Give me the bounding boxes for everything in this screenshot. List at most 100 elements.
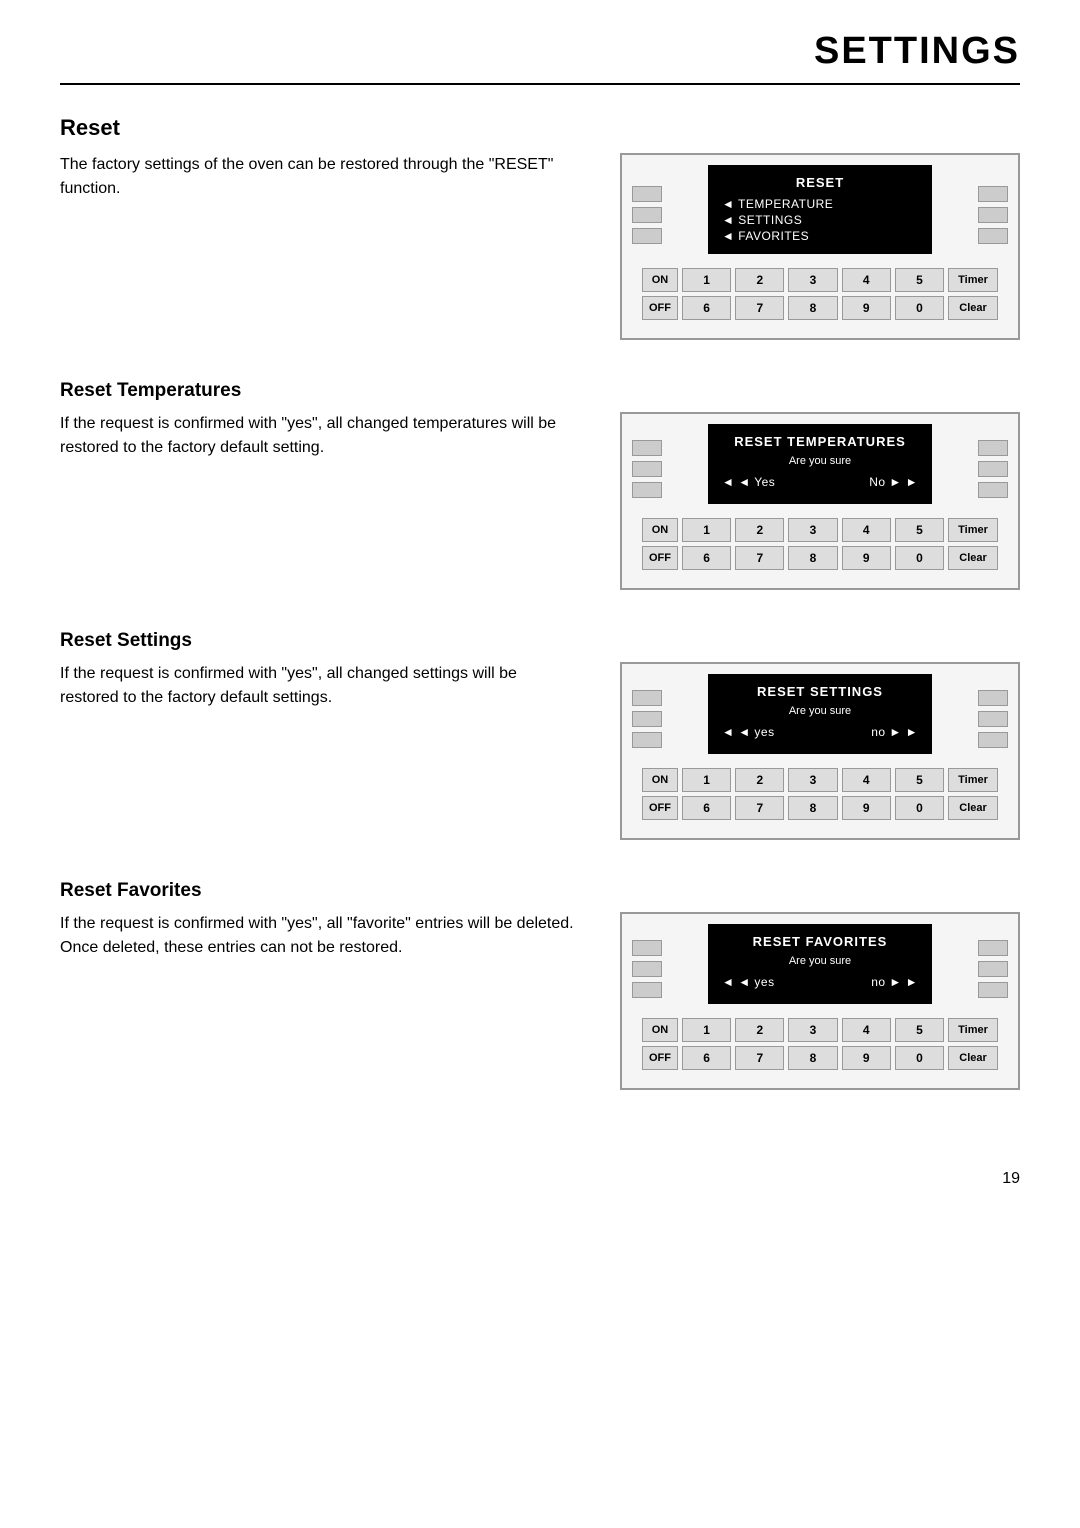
key-clear-reset[interactable]: Clear	[948, 296, 998, 320]
key-2-favorites[interactable]: 2	[735, 1018, 784, 1042]
key-off-settings[interactable]: OFF	[642, 796, 678, 820]
key-2-settings[interactable]: 2	[735, 768, 784, 792]
key-3-favorites[interactable]: 3	[788, 1018, 837, 1042]
key-3-reset[interactable]: 3	[788, 268, 837, 292]
key-9-reset[interactable]: 9	[842, 296, 891, 320]
key-6-favorites[interactable]: 6	[682, 1046, 731, 1070]
keypad-favorites: ON 1 2 3 4 5 Timer OFF 6 7 8 9 0	[632, 1014, 1008, 1078]
side-btn-left-1[interactable]	[632, 186, 662, 202]
key-2-temperatures[interactable]: 2	[735, 518, 784, 542]
key-0-favorites[interactable]: 0	[895, 1046, 944, 1070]
side-btn-right-t1[interactable]	[978, 440, 1008, 456]
option-yes-settings[interactable]: ◄ yes	[722, 725, 775, 739]
key-1-settings[interactable]: 1	[682, 768, 731, 792]
side-btn-right-s1[interactable]	[978, 690, 1008, 706]
side-btn-right-s2[interactable]	[978, 711, 1008, 727]
key-5-reset[interactable]: 5	[895, 268, 944, 292]
key-on-settings[interactable]: ON	[642, 768, 678, 792]
section-reset-text: The factory settings of the oven can be …	[60, 153, 580, 201]
key-clear-temperatures[interactable]: Clear	[948, 546, 998, 570]
key-3-settings[interactable]: 3	[788, 768, 837, 792]
key-1-temperatures[interactable]: 1	[682, 518, 731, 542]
side-btn-left-s3[interactable]	[632, 732, 662, 748]
key-7-temperatures[interactable]: 7	[735, 546, 784, 570]
display-subtitle-settings: Are you sure	[722, 705, 918, 717]
side-btn-left-3[interactable]	[632, 228, 662, 244]
key-4-favorites[interactable]: 4	[842, 1018, 891, 1042]
key-9-settings[interactable]: 9	[842, 796, 891, 820]
side-btn-left-s1[interactable]	[632, 690, 662, 706]
side-btn-left-f2[interactable]	[632, 961, 662, 977]
key-1-reset[interactable]: 1	[682, 268, 731, 292]
key-7-reset[interactable]: 7	[735, 296, 784, 320]
side-btn-left-s2[interactable]	[632, 711, 662, 727]
menu-item-temperature[interactable]: TEMPERATURE	[722, 196, 918, 212]
option-no-settings[interactable]: no ►	[871, 725, 918, 739]
side-btn-right-3[interactable]	[978, 228, 1008, 244]
key-8-settings[interactable]: 8	[788, 796, 837, 820]
key-6-settings[interactable]: 6	[682, 796, 731, 820]
key-timer-favorites[interactable]: Timer	[948, 1018, 998, 1042]
section-reset-favorites: Reset Favorites If the request is confir…	[60, 880, 1020, 1090]
menu-item-favorites[interactable]: FAVORITES	[722, 228, 918, 244]
left-side-buttons-reset	[632, 165, 668, 264]
key-7-settings[interactable]: 7	[735, 796, 784, 820]
side-btn-right-f1[interactable]	[978, 940, 1008, 956]
side-btn-left-2[interactable]	[632, 207, 662, 223]
side-btn-right-t2[interactable]	[978, 461, 1008, 477]
side-btn-right-t3[interactable]	[978, 482, 1008, 498]
device-panel-reset: RESET TEMPERATURE SETTINGS FAVORITES	[620, 153, 1020, 340]
key-4-temperatures[interactable]: 4	[842, 518, 891, 542]
key-off-reset[interactable]: OFF	[642, 296, 678, 320]
key-timer-reset[interactable]: Timer	[948, 268, 998, 292]
key-0-reset[interactable]: 0	[895, 296, 944, 320]
key-0-settings[interactable]: 0	[895, 796, 944, 820]
key-9-temperatures[interactable]: 9	[842, 546, 891, 570]
side-btn-right-f2[interactable]	[978, 961, 1008, 977]
keypad-row2-settings: OFF 6 7 8 9 0 Clear	[642, 796, 998, 820]
key-8-favorites[interactable]: 8	[788, 1046, 837, 1070]
key-off-favorites[interactable]: OFF	[642, 1046, 678, 1070]
key-4-reset[interactable]: 4	[842, 268, 891, 292]
key-timer-settings[interactable]: Timer	[948, 768, 998, 792]
side-btn-right-s3[interactable]	[978, 732, 1008, 748]
side-btn-right-1[interactable]	[978, 186, 1008, 202]
key-8-reset[interactable]: 8	[788, 296, 837, 320]
section-reset-favorites-title: Reset Favorites	[60, 880, 1020, 902]
key-9-favorites[interactable]: 9	[842, 1046, 891, 1070]
menu-item-settings[interactable]: SETTINGS	[722, 212, 918, 228]
key-4-settings[interactable]: 4	[842, 768, 891, 792]
key-on-favorites[interactable]: ON	[642, 1018, 678, 1042]
key-clear-favorites[interactable]: Clear	[948, 1046, 998, 1070]
key-5-favorites[interactable]: 5	[895, 1018, 944, 1042]
display-row-favorites: ◄ yes no ►	[722, 973, 918, 991]
key-off-temperatures[interactable]: OFF	[642, 546, 678, 570]
option-no-temperatures[interactable]: No ►	[869, 475, 918, 489]
key-2-reset[interactable]: 2	[735, 268, 784, 292]
key-0-temperatures[interactable]: 0	[895, 546, 944, 570]
key-3-temperatures[interactable]: 3	[788, 518, 837, 542]
side-btn-right-f3[interactable]	[978, 982, 1008, 998]
option-yes-temperatures[interactable]: ◄ Yes	[722, 475, 775, 489]
key-clear-settings[interactable]: Clear	[948, 796, 998, 820]
key-on-temperatures[interactable]: ON	[642, 518, 678, 542]
side-btn-right-2[interactable]	[978, 207, 1008, 223]
key-5-temperatures[interactable]: 5	[895, 518, 944, 542]
key-6-temperatures[interactable]: 6	[682, 546, 731, 570]
keypad-temperatures: ON 1 2 3 4 5 Timer OFF 6 7 8 9 0	[632, 514, 1008, 578]
key-1-favorites[interactable]: 1	[682, 1018, 731, 1042]
key-timer-temperatures[interactable]: Timer	[948, 518, 998, 542]
key-7-favorites[interactable]: 7	[735, 1046, 784, 1070]
key-5-settings[interactable]: 5	[895, 768, 944, 792]
option-yes-favorites[interactable]: ◄ yes	[722, 975, 775, 989]
side-btn-left-f3[interactable]	[632, 982, 662, 998]
key-6-reset[interactable]: 6	[682, 296, 731, 320]
option-no-favorites[interactable]: no ►	[871, 975, 918, 989]
side-btn-left-f1[interactable]	[632, 940, 662, 956]
screen-center-reset: RESET TEMPERATURE SETTINGS FAVORITES	[668, 165, 972, 264]
side-btn-left-t2[interactable]	[632, 461, 662, 477]
key-on-reset[interactable]: ON	[642, 268, 678, 292]
side-btn-left-t1[interactable]	[632, 440, 662, 456]
side-btn-left-t3[interactable]	[632, 482, 662, 498]
key-8-temperatures[interactable]: 8	[788, 546, 837, 570]
